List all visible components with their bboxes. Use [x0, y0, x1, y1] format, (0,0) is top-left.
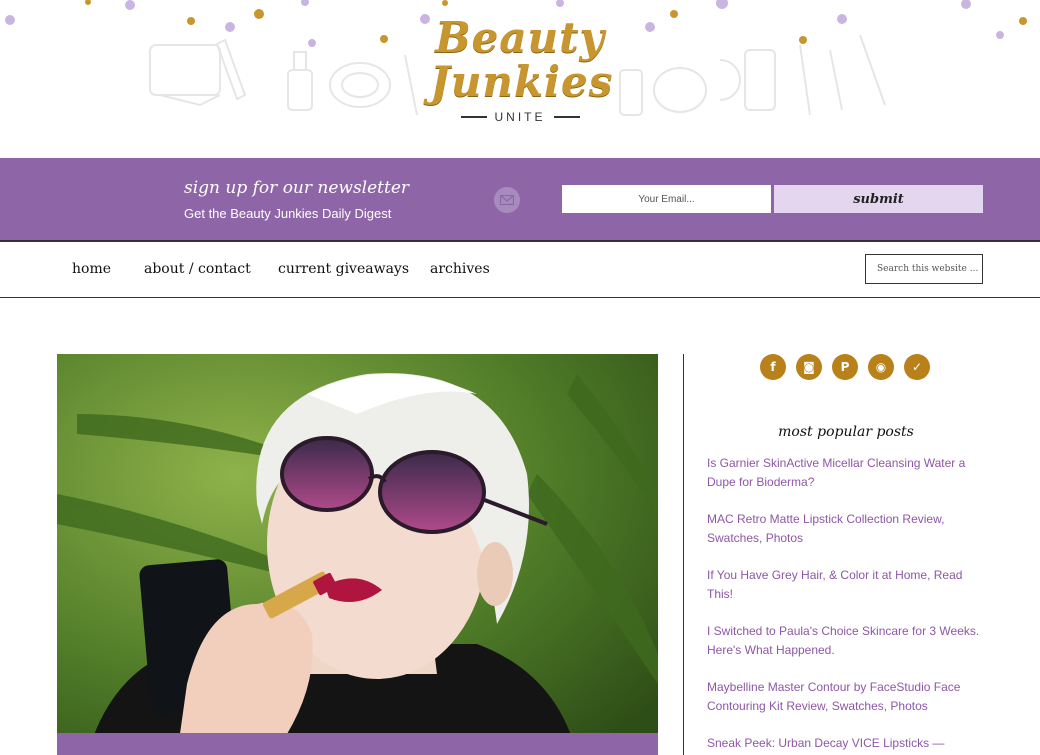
rss-icon[interactable]: ◉ [868, 354, 894, 380]
popular-post-link[interactable]: Maybelline Master Contour by FaceStudio … [707, 678, 987, 716]
popular-post-link[interactable]: Is Garnier SkinActive Micellar Cleansing… [707, 454, 987, 492]
newsletter-subtitle: Get the Beauty Junkies Daily Digest [184, 206, 392, 221]
column-divider [683, 354, 684, 755]
logo-unite: UNITE [430, 110, 610, 124]
featured-post-caption-bar [57, 733, 658, 755]
featured-post-image[interactable] [57, 354, 658, 755]
popular-post-link[interactable]: I Switched to Paula's Choice Skincare fo… [707, 622, 987, 660]
nav-item-archives[interactable]: archives [430, 261, 490, 277]
nav-item-current-giveaways[interactable]: current giveaways [278, 261, 409, 277]
logo-word-beauty: Beauty [435, 13, 605, 62]
envelope-icon [494, 187, 520, 213]
logo-word-unite: UNITE [494, 110, 546, 124]
logo-rule-left [460, 116, 487, 118]
pinterest-icon[interactable]: P [832, 354, 858, 380]
newsletter-title: sign up for our newsletter [184, 178, 410, 198]
popular-posts-list: Is Garnier SkinActive Micellar Cleansing… [707, 454, 987, 755]
site-header: Beauty Junkies UNITE [0, 0, 1040, 158]
nav-item-about-contact[interactable]: about / contact [144, 261, 251, 277]
logo-word-junkies: Junkies [430, 57, 614, 106]
facebook-icon[interactable]: f [760, 354, 786, 380]
submit-button[interactable]: submit [774, 185, 983, 213]
popular-post-link[interactable]: If You Have Grey Hair, & Color it at Hom… [707, 566, 987, 604]
logo-rule-right [553, 116, 580, 118]
popular-posts-title: most popular posts [778, 424, 914, 440]
email-field[interactable] [562, 185, 771, 213]
instagram-icon[interactable]: ◙ [796, 354, 822, 380]
nav-item-home[interactable]: home [72, 261, 111, 277]
social-links: f ◙ P ◉ ✓ [760, 354, 930, 380]
popular-post-link[interactable]: Sneak Peek: Urban Decay VICE Lipsticks —… [707, 734, 987, 755]
main-nav: home about / contact current giveaways a… [0, 242, 1040, 298]
popular-post-link[interactable]: MAC Retro Matte Lipstick Collection Revi… [707, 510, 987, 548]
site-logo[interactable]: Beauty Junkies UNITE [430, 10, 614, 140]
twitter-icon[interactable]: ✓ [904, 354, 930, 380]
newsletter-band: sign up for our newsletter Get the Beaut… [0, 158, 1040, 242]
search-input[interactable] [865, 254, 983, 284]
